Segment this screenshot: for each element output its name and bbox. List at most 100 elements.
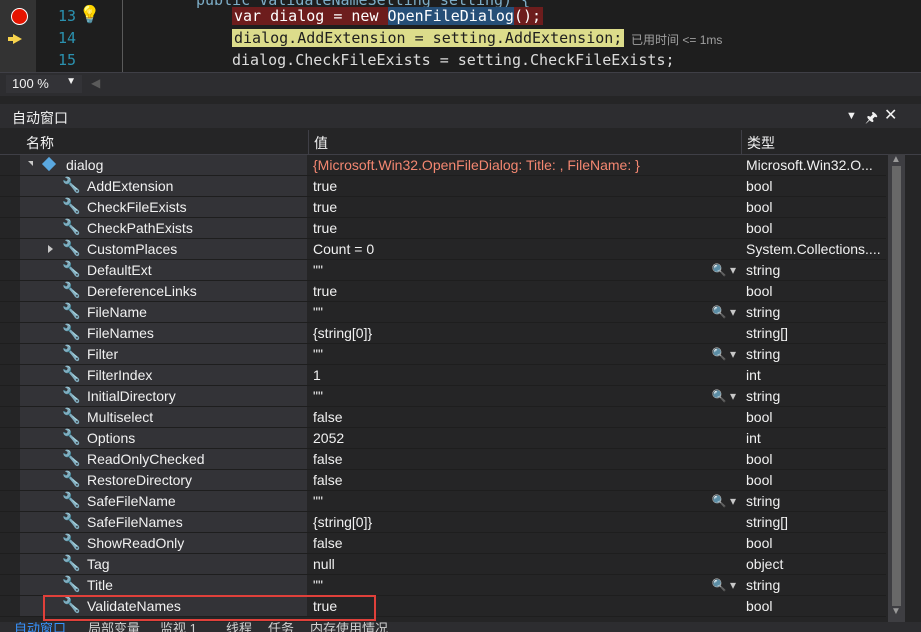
visualizer-magnifier-icon[interactable]: 🔍 ▾ xyxy=(712,344,736,364)
type-cell[interactable]: bool xyxy=(742,449,886,469)
column-divider[interactable] xyxy=(741,130,742,154)
value-cell[interactable]: {string[0]} xyxy=(309,512,740,532)
pin-icon[interactable]: 🖈 xyxy=(865,107,878,131)
name-cell[interactable]: 🔧 FileNames xyxy=(20,323,307,343)
scroll-down-icon[interactable]: ▼ xyxy=(891,606,901,617)
table-row[interactable]: 🔧 FileNames {string[0]} string[] xyxy=(0,323,886,344)
name-cell[interactable]: 🔧 Tag xyxy=(20,554,307,574)
name-cell[interactable]: 🔧 SafeFileNames xyxy=(20,512,307,532)
type-cell[interactable]: string xyxy=(742,575,886,595)
value-cell[interactable]: null xyxy=(309,554,740,574)
type-cell[interactable]: int xyxy=(742,365,886,385)
visualizer-magnifier-icon[interactable]: 🔍 ▾ xyxy=(712,575,736,595)
value-cell[interactable]: "" 🔍 ▾ xyxy=(309,386,740,406)
tab-3[interactable]: 线程 xyxy=(226,622,252,632)
code-line-current[interactable]: dialog.AddExtension = setting.AddExtensi… xyxy=(232,29,625,47)
table-row[interactable]: 🔧 Multiselect false bool xyxy=(0,407,886,428)
value-cell[interactable]: 2052 xyxy=(309,428,740,448)
code-line[interactable]: dialog.CheckFileExists = setting.CheckFi… xyxy=(232,51,675,69)
name-cell[interactable]: 🔧 Multiselect xyxy=(20,407,307,427)
value-cell[interactable]: 1 xyxy=(309,365,740,385)
table-row[interactable]: 🔧 SafeFileNames {string[0]} string[] xyxy=(0,512,886,533)
scroll-left-icon[interactable]: ◀ xyxy=(91,76,100,90)
table-row[interactable]: 🔧 RestoreDirectory false bool xyxy=(0,470,886,491)
name-cell[interactable]: 🔧 CustomPlaces xyxy=(20,239,307,259)
table-row[interactable]: 🔧 FilterIndex 1 int xyxy=(0,365,886,386)
editor-gutter[interactable] xyxy=(0,0,36,72)
visualizer-magnifier-icon[interactable]: 🔍 ▾ xyxy=(712,491,736,511)
table-row[interactable]: 🔧 Tag null object xyxy=(0,554,886,575)
tab-2[interactable]: 监视 1 xyxy=(160,622,197,632)
value-cell[interactable]: {string[0]} xyxy=(309,323,740,343)
type-cell[interactable]: object xyxy=(742,554,886,574)
type-cell[interactable]: string[] xyxy=(742,512,886,532)
name-cell[interactable]: 🔧 Options xyxy=(20,428,307,448)
type-cell[interactable]: string[] xyxy=(742,323,886,343)
table-row[interactable]: 🔧 CheckFileExists true bool xyxy=(0,197,886,218)
value-cell[interactable]: true xyxy=(309,281,740,301)
type-cell[interactable]: string xyxy=(742,386,886,406)
table-row[interactable]: 🔧 SafeFileName "" 🔍 ▾ string xyxy=(0,491,886,512)
type-cell[interactable]: bool xyxy=(742,533,886,553)
visualizer-magnifier-icon[interactable]: 🔍 ▾ xyxy=(712,386,736,406)
name-cell[interactable]: 🔧 ShowReadOnly xyxy=(20,533,307,553)
column-header-name[interactable]: 名称 xyxy=(26,133,54,153)
name-cell[interactable]: 🔧 Title xyxy=(20,575,307,595)
tab-5[interactable]: 内存使用情况 xyxy=(310,622,388,632)
lightbulb-icon[interactable]: 💡 xyxy=(79,5,100,25)
name-cell[interactable]: 🔧 ReadOnlyChecked xyxy=(20,449,307,469)
name-cell[interactable]: 🔧 SafeFileName xyxy=(20,491,307,511)
tab-0[interactable]: 自动窗口 xyxy=(14,622,66,632)
column-header-value[interactable]: 值 xyxy=(314,133,328,153)
type-cell[interactable]: bool xyxy=(742,218,886,238)
table-row[interactable]: 🔧 CheckPathExists true bool xyxy=(0,218,886,239)
panel-titlebar[interactable]: 自动窗口 ▼ 🖈 ✕ xyxy=(0,104,921,128)
value-cell[interactable]: true xyxy=(309,218,740,238)
table-row-root[interactable]: dialog {Microsoft.Win32.OpenFileDialog: … xyxy=(0,155,886,176)
type-cell[interactable]: bool xyxy=(742,281,886,301)
value-cell[interactable]: {Microsoft.Win32.OpenFileDialog: Title: … xyxy=(309,155,740,175)
name-cell[interactable]: 🔧 AddExtension xyxy=(20,176,307,196)
type-cell[interactable]: string xyxy=(742,302,886,322)
code-line-breakpoint[interactable]: var dialog = new OpenFileDialog(); xyxy=(232,7,544,25)
value-cell[interactable]: "" 🔍 ▾ xyxy=(309,491,740,511)
column-header-type[interactable]: 类型 xyxy=(747,133,775,153)
type-cell[interactable]: int xyxy=(742,428,886,448)
name-cell[interactable]: 🔧 Filter xyxy=(20,344,307,364)
table-row[interactable]: 🔧 CustomPlaces Count = 0 System.Collections… xyxy=(0,239,886,260)
breakpoint-icon[interactable] xyxy=(11,8,28,25)
name-cell[interactable]: 🔧 FilterIndex xyxy=(20,365,307,385)
table-row[interactable]: 🔧 AddExtension true bool xyxy=(0,176,886,197)
name-cell[interactable]: 🔧 CheckPathExists xyxy=(20,218,307,238)
table-row[interactable]: 🔧 Filter "" 🔍 ▾ string xyxy=(0,344,886,365)
type-cell[interactable]: bool xyxy=(742,176,886,196)
code-editor[interactable]: 13 14 15 💡 public ValidateNameSetting se… xyxy=(0,0,921,72)
type-cell[interactable]: System.Collections.... xyxy=(742,239,886,259)
value-cell[interactable]: true xyxy=(309,197,740,217)
value-cell[interactable]: false xyxy=(309,449,740,469)
table-row[interactable]: 🔧 InitialDirectory "" 🔍 ▾ string xyxy=(0,386,886,407)
table-row[interactable]: 🔧 Title "" 🔍 ▾ string xyxy=(0,575,886,596)
expand-arrow-icon[interactable] xyxy=(48,245,53,253)
type-cell[interactable]: string xyxy=(742,260,886,280)
table-row[interactable]: 🔧 DefaultExt "" 🔍 ▾ string xyxy=(0,260,886,281)
value-cell[interactable]: true xyxy=(309,176,740,196)
type-cell[interactable]: bool xyxy=(742,407,886,427)
name-cell[interactable]: 🔧 RestoreDirectory xyxy=(20,470,307,490)
value-cell[interactable]: Count = 0 xyxy=(309,239,740,259)
type-cell[interactable]: string xyxy=(742,491,886,511)
table-row[interactable]: 🔧 ReadOnlyChecked false bool xyxy=(0,449,886,470)
window-position-dropdown-icon[interactable]: ▼ xyxy=(846,110,857,122)
visualizer-magnifier-icon[interactable]: 🔍 ▾ xyxy=(712,260,736,280)
close-icon[interactable]: ✕ xyxy=(884,105,897,125)
name-cell[interactable]: 🔧 DefaultExt xyxy=(20,260,307,280)
value-cell[interactable]: false xyxy=(309,470,740,490)
collapse-arrow-icon[interactable] xyxy=(28,161,33,166)
type-cell[interactable]: Microsoft.Win32.O... xyxy=(742,155,886,175)
visualizer-magnifier-icon[interactable]: 🔍 ▾ xyxy=(712,302,736,322)
table-row[interactable]: 🔧 FileName "" 🔍 ▾ string xyxy=(0,302,886,323)
value-cell[interactable]: false xyxy=(309,533,740,553)
tab-4[interactable]: 任务 xyxy=(268,622,294,632)
value-cell[interactable]: "" 🔍 ▾ xyxy=(309,302,740,322)
scroll-up-icon[interactable]: ▲ xyxy=(891,154,901,165)
